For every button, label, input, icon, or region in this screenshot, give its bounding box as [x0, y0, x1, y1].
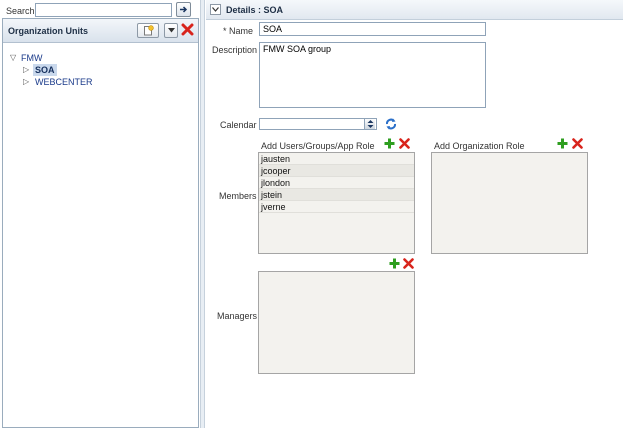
- managers-list[interactable]: [258, 271, 415, 374]
- managers-label: Managers: [217, 311, 258, 321]
- list-item[interactable]: jcooper: [259, 165, 414, 177]
- description-label: Description: [212, 45, 258, 55]
- arrow-right-icon: [180, 6, 188, 13]
- org-unit-menu-button[interactable]: [164, 23, 178, 38]
- search-input[interactable]: [35, 3, 172, 17]
- dropdown-icon: [367, 120, 373, 128]
- calendar-select[interactable]: [259, 118, 377, 130]
- remove-role-icon[interactable]: [572, 138, 583, 149]
- collapse-icon: [212, 7, 219, 12]
- remove-user-icon[interactable]: [399, 138, 410, 149]
- chevron-down-icon: [167, 28, 175, 33]
- users-list[interactable]: jausten jcooper jlondon jstein jverne: [258, 152, 415, 254]
- members-label: Members: [219, 191, 257, 201]
- remove-manager-icon[interactable]: [403, 258, 414, 269]
- add-user-icon[interactable]: [384, 138, 395, 149]
- description-text: FMW SOA group: [263, 44, 332, 54]
- tree-node-soa[interactable]: SOA: [33, 64, 57, 76]
- search-go-button[interactable]: [176, 2, 191, 17]
- refresh-icon[interactable]: [384, 117, 398, 131]
- calendar-label: Calendar: [220, 120, 257, 130]
- users-header: Add Users/Groups/App Role: [261, 141, 375, 151]
- list-item[interactable]: jstein: [259, 189, 414, 201]
- search-label: Search: [6, 6, 35, 16]
- pane-splitter[interactable]: [200, 0, 205, 428]
- organization-units-title: Organization Units: [8, 26, 89, 36]
- list-item[interactable]: jlondon: [259, 177, 414, 189]
- organization-units-header: Organization Units: [3, 19, 198, 43]
- roles-list[interactable]: [431, 152, 588, 254]
- calendar-dropdown-button[interactable]: [364, 119, 375, 129]
- description-field[interactable]: FMW SOA group: [259, 42, 486, 108]
- tree-collapse-icon[interactable]: ▷: [23, 77, 29, 86]
- details-title: Details : SOA: [226, 5, 284, 15]
- delete-org-unit-icon[interactable]: [181, 23, 194, 36]
- add-manager-icon[interactable]: [389, 258, 400, 269]
- name-label: * Name: [223, 26, 254, 36]
- tree-collapse-icon[interactable]: ▷: [23, 65, 29, 74]
- organization-units-panel: Organization Units ▽ FMW ▷ SOA ▷ WEBCENT…: [2, 18, 199, 428]
- details-header: Details : SOA: [206, 0, 623, 20]
- list-item[interactable]: jausten: [259, 153, 414, 165]
- collapse-details-button[interactable]: [210, 4, 221, 15]
- name-field[interactable]: [259, 22, 486, 36]
- roles-header: Add Organization Role: [434, 141, 525, 151]
- new-org-unit-button[interactable]: [137, 23, 159, 38]
- new-org-unit-icon: [143, 25, 154, 36]
- list-item[interactable]: jverne: [259, 201, 414, 213]
- tree-node-webcenter[interactable]: WEBCENTER: [35, 77, 93, 87]
- tree-expand-icon[interactable]: ▽: [10, 53, 16, 62]
- tree-node-fmw[interactable]: FMW: [21, 53, 43, 63]
- add-role-icon[interactable]: [557, 138, 568, 149]
